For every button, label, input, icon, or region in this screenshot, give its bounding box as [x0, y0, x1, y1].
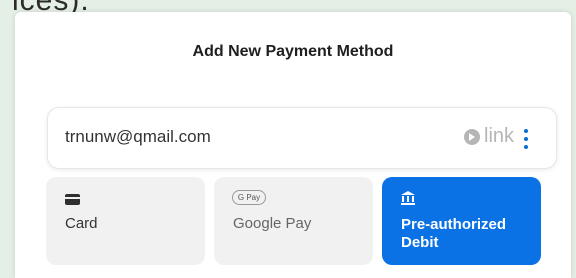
payment-methods: Card G Pay Google Pay Pre-authorized Deb… — [46, 177, 541, 265]
method-pre-authorized-debit[interactable]: Pre-authorized Debit — [382, 177, 541, 265]
payment-method-dialog: Add New Payment Method trnunw@qmail.com … — [15, 12, 571, 278]
link-logo: link — [464, 125, 514, 148]
link-account-row[interactable]: trnunw@qmail.com link — [47, 107, 557, 169]
google-pay-icon: G Pay — [232, 190, 266, 205]
kebab-menu-icon[interactable] — [521, 128, 531, 150]
method-google-pay[interactable]: G Pay Google Pay — [214, 177, 373, 265]
method-card-label: Card — [65, 215, 98, 232]
method-google-pay-label: Google Pay — [233, 215, 312, 232]
dialog-title: Add New Payment Method — [192, 43, 394, 60]
method-card[interactable]: Card — [46, 177, 205, 265]
link-logo-text: link — [484, 125, 515, 147]
credit-card-icon — [65, 194, 80, 205]
bank-icon — [401, 191, 415, 205]
link-logo-icon — [464, 128, 480, 145]
link-email: trnunw@qmail.com — [65, 127, 211, 146]
method-pre-authorized-debit-label: Pre-authorized Debit — [401, 216, 507, 251]
